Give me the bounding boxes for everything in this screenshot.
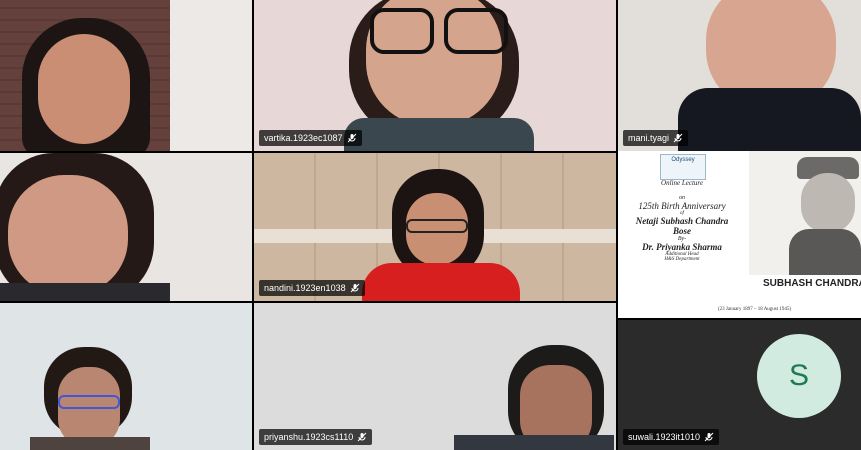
poster-logo-text: Odyssey [671, 157, 695, 163]
video-tile-8[interactable]: priyanshu.1923cs1110 [254, 303, 616, 450]
mic-muted-icon [350, 283, 360, 293]
poster-banner: SUBHASH CHANDRA [763, 278, 861, 289]
video-tile-9[interactable]: S suwali.1923it1010 [618, 320, 861, 450]
avatar-initial: S [788, 359, 809, 392]
poster-line: Bose [673, 226, 691, 236]
mic-muted-icon [347, 133, 357, 143]
participant-name-tag: vartika.1923ec1087 [259, 130, 362, 146]
participant-shirt [678, 88, 861, 151]
poster-line: 125th Birth Anniversary [638, 201, 726, 211]
glasses-lens-left [370, 8, 434, 54]
participant-shirt [30, 437, 150, 450]
participant-name-tag: priyanshu.1923cs1110 [259, 429, 373, 445]
participant-name: nandini.1923en1038 [264, 283, 346, 293]
participant-name: mani.tyagi [628, 133, 670, 143]
glasses-lens-right [444, 8, 508, 54]
video-tile-3[interactable]: mani.tyagi [618, 0, 861, 151]
video-tile-2[interactable]: vartika.1923ec1087 [254, 0, 616, 151]
participant-name-tag: mani.tyagi [623, 130, 689, 146]
video-tile-5[interactable]: nandini.1923en1038 [254, 153, 616, 301]
poster-line: H&S Department [664, 257, 700, 262]
mic-muted-icon [673, 133, 683, 143]
poster-line: Netaji Subhash Chandra [635, 216, 729, 226]
participant-name: vartika.1923ec1087 [264, 133, 343, 143]
poster-line: Online Lecture [661, 179, 703, 187]
poster-text-block: Online Lecture on 125th Birth Anniversar… [618, 179, 746, 262]
poster-logo: Odyssey [660, 154, 706, 180]
participant-name-tag: nandini.1923en1038 [259, 280, 365, 296]
poster-portrait [749, 151, 861, 275]
shared-screen-tile[interactable]: Odyssey Online Lecture on 125th Birth An… [618, 151, 861, 318]
participant-shirt [454, 435, 614, 450]
poster-dates: (23 January 1897 – 18 August 1945) [718, 307, 792, 312]
participant-shirt [344, 118, 534, 151]
participant-avatar: S [757, 334, 841, 418]
participant-name: priyanshu.1923cs1110 [264, 432, 354, 442]
participant-face [8, 175, 128, 295]
participant-name: suwali.1923it1010 [628, 432, 701, 442]
video-grid: vartika.1923ec1087 mani.tyagi nandini.19… [0, 0, 861, 450]
video-tile-4[interactable] [0, 153, 252, 301]
mic-muted-icon [357, 432, 367, 442]
glasses [406, 219, 468, 233]
video-tile-7[interactable] [0, 303, 252, 450]
poster-line: Dr. Priyanka Sharma [642, 242, 722, 252]
mic-muted-icon [704, 432, 714, 442]
video-tile-1[interactable] [0, 0, 252, 151]
participant-shirt [0, 283, 170, 301]
participant-face [38, 34, 130, 144]
participant-name-tag: suwali.1923it1010 [623, 429, 720, 445]
glasses [58, 395, 120, 409]
participant-shirt [362, 263, 520, 301]
